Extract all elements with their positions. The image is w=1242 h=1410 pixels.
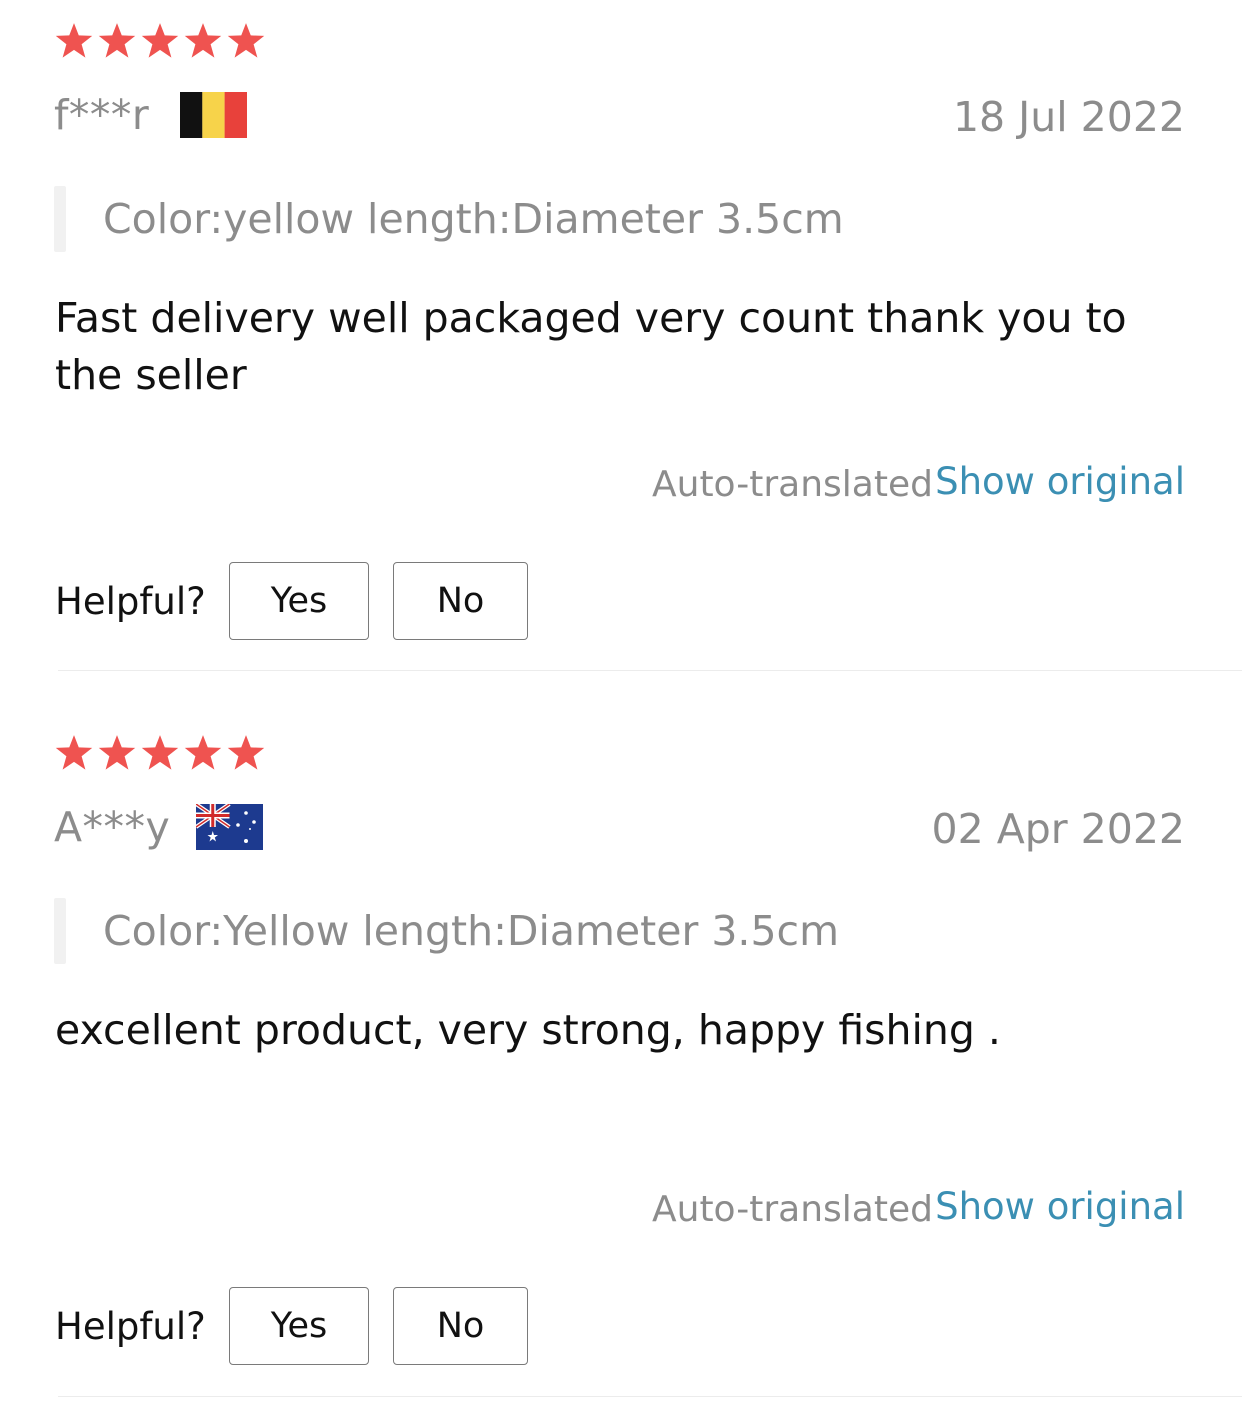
helpful-yes-button[interactable]: Yes	[229, 1287, 369, 1365]
star-icon	[55, 734, 93, 771]
review-date: 02 Apr 2022	[931, 805, 1185, 853]
star-icon	[141, 734, 179, 771]
helpful-yes-button[interactable]: Yes	[229, 562, 369, 640]
helpful-label: Helpful?	[55, 580, 206, 623]
show-original-link[interactable]: Show original	[935, 457, 1185, 507]
sku-info: Color:Yellow length:Diameter 3.5cm	[103, 907, 840, 955]
belgium-flag-icon	[180, 92, 247, 138]
auto-translated-label: Auto-translated	[652, 1189, 933, 1230]
star-icon	[55, 22, 93, 59]
star-icon	[141, 22, 179, 59]
sku-accent-bar	[54, 898, 66, 964]
helpful-no-button[interactable]: No	[393, 1287, 528, 1365]
star-icon	[98, 22, 136, 59]
star-icon	[227, 22, 265, 59]
review-date: 18 Jul 2022	[952, 93, 1185, 141]
star-icon	[184, 22, 222, 59]
review-text: Fast delivery well packaged very count t…	[55, 294, 1127, 399]
reviewer-name: A***y	[54, 803, 171, 851]
auto-translated-label: Auto-translated	[652, 464, 933, 505]
review-card: A***y 02 Apr 2022 Color:Yellow length:Di…	[0, 712, 1242, 1410]
review-divider	[58, 1396, 1242, 1397]
helpful-no-button[interactable]: No	[393, 562, 528, 640]
star-rating	[55, 22, 265, 59]
star-icon	[98, 734, 136, 771]
review-divider	[58, 670, 1242, 671]
sku-accent-bar	[54, 186, 66, 252]
sku-info: Color:yellow length:Diameter 3.5cm	[103, 195, 844, 243]
helpful-label: Helpful?	[55, 1305, 206, 1348]
review-text: excellent product, very strong, happy fi…	[55, 1006, 1001, 1054]
star-rating	[55, 734, 265, 771]
reviewer-name: f***r	[54, 91, 150, 139]
star-icon	[227, 734, 265, 771]
star-icon	[184, 734, 222, 771]
show-original-link[interactable]: Show original	[935, 1182, 1185, 1232]
australia-flag-icon	[196, 804, 263, 850]
review-card: f***r 18 Jul 2022 Color:yellow length:Di…	[0, 0, 1242, 712]
